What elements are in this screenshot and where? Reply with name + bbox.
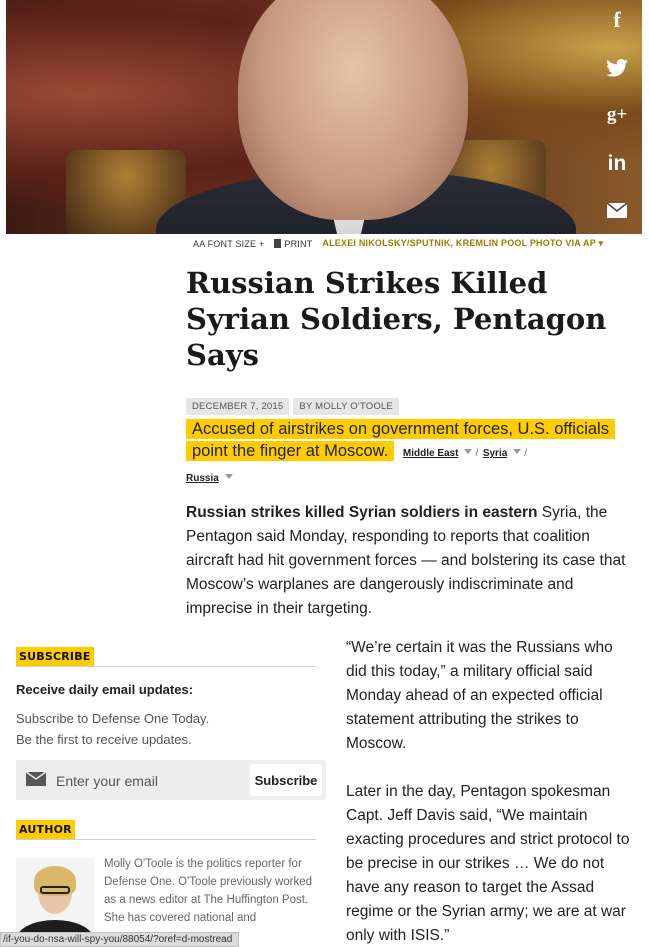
facebook-icon[interactable]: f bbox=[602, 6, 632, 36]
chevron-down-icon[interactable] bbox=[224, 474, 233, 479]
author-label: AUTHOR bbox=[16, 820, 75, 839]
googleplus-icon[interactable]: g+ bbox=[602, 101, 632, 131]
photo-toolbar: AA FONT SIZE + PRINT ALEXEI NIKOLSKY/SPU… bbox=[193, 238, 603, 249]
print-label: PRINT bbox=[284, 238, 313, 249]
email-signup-form: Subscribe bbox=[16, 760, 326, 800]
topic-russia[interactable]: Russia bbox=[186, 473, 219, 484]
topic-middle-east[interactable]: Middle East bbox=[403, 448, 459, 459]
chevron-down-icon[interactable] bbox=[513, 449, 522, 454]
author-bio: Molly O'Toole is the politics reporter f… bbox=[104, 858, 313, 924]
face bbox=[238, 0, 468, 220]
print-button[interactable]: PRINT bbox=[274, 238, 313, 249]
body-paragraph: “We’re certain it was the Russians who d… bbox=[346, 639, 613, 752]
photo-credit-text: ALEXEI NIKOLSKY/SPUTNIK, KREMLIN POOL PH… bbox=[322, 238, 596, 248]
font-size-button[interactable]: AA FONT SIZE + bbox=[193, 239, 264, 249]
article-body: “We’re certain it was the Russians who d… bbox=[346, 636, 636, 947]
deck-text: Accused of airstrikes on government forc… bbox=[186, 419, 615, 461]
subscribe-heading: Receive daily email updates: bbox=[16, 682, 194, 697]
print-icon bbox=[274, 238, 282, 248]
share-rail: f g+ in bbox=[597, 0, 637, 234]
topic-syria[interactable]: Syria bbox=[483, 448, 507, 459]
body-paragraph: Later in the day, Pentagon spokesman Cap… bbox=[346, 783, 630, 944]
article-date: DECEMBER 7, 2015 bbox=[186, 398, 290, 415]
subscribe-text: Subscribe to Defense One Today. Be the f… bbox=[16, 708, 306, 750]
email-icon[interactable] bbox=[607, 203, 627, 218]
status-bar-url: /if-you-do-nsa-will-spy-you/88054/?oref=… bbox=[0, 932, 240, 947]
article-lede: Russian strikes killed Syrian soldiers i… bbox=[186, 501, 626, 621]
email-input[interactable] bbox=[56, 770, 241, 792]
twitter-icon[interactable] bbox=[606, 59, 628, 77]
subscribe-text-line: Subscribe to Defense One Today. bbox=[16, 711, 210, 726]
article-title: Russian Strikes Killed Syrian Soldiers, … bbox=[186, 266, 607, 372]
chevron-down-icon[interactable] bbox=[464, 449, 473, 454]
lede-bold: Russian strikes killed Syrian soldiers i… bbox=[186, 504, 538, 521]
divider bbox=[16, 839, 316, 840]
subscribe-button[interactable]: Subscribe bbox=[250, 764, 322, 796]
photo-credit[interactable]: ALEXEI NIKOLSKY/SPUTNIK, KREMLIN POOL PH… bbox=[322, 238, 603, 249]
subscribe-text-line: Be the first to receive updates. bbox=[16, 732, 192, 747]
mail-icon bbox=[26, 772, 46, 786]
subscribe-label: SUBSCRIBE bbox=[16, 647, 94, 666]
linkedin-icon[interactable]: in bbox=[602, 150, 632, 180]
hero-photo bbox=[6, 0, 642, 234]
divider bbox=[16, 666, 316, 667]
article-meta: DECEMBER 7, 2015 BY MOLLY O'TOOLE bbox=[186, 398, 399, 415]
topic-separator: / bbox=[475, 448, 479, 459]
article-byline[interactable]: BY MOLLY O'TOOLE bbox=[293, 398, 399, 415]
topic-separator: / bbox=[524, 448, 528, 459]
avatar-glasses bbox=[40, 886, 70, 894]
article-deck: Accused of airstrikes on government forc… bbox=[186, 418, 626, 490]
